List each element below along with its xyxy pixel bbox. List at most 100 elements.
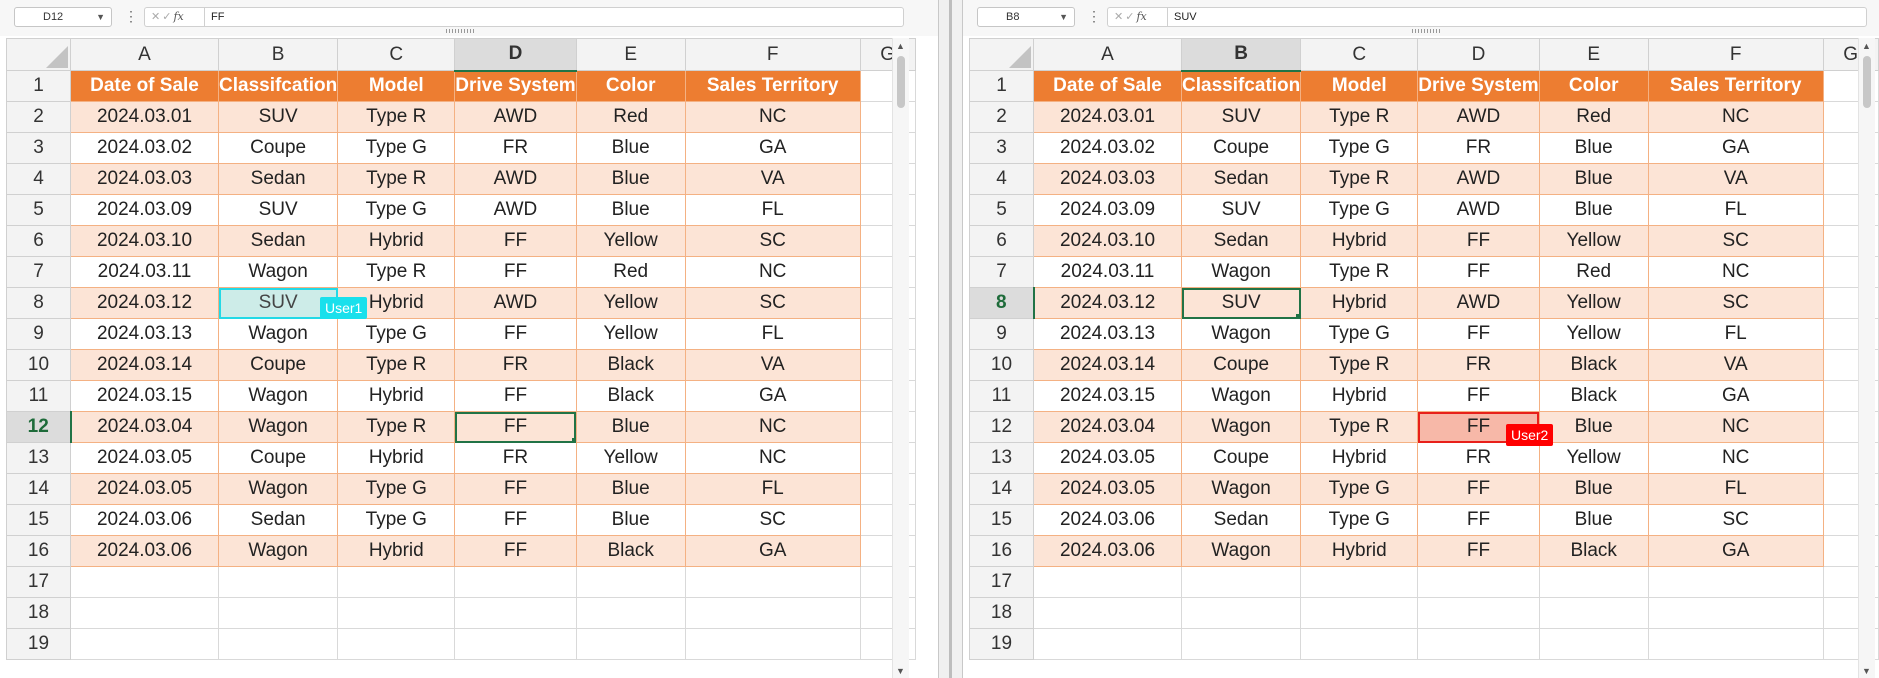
table-cell[interactable]: AWD: [1417, 194, 1540, 226]
row-header[interactable]: 14: [969, 473, 1034, 505]
table-cell[interactable]: Wagon: [217, 256, 339, 288]
table-cell[interactable]: SC: [1647, 225, 1824, 257]
table-cell[interactable]: VA: [1647, 163, 1824, 195]
name-box[interactable]: B8 ▼: [977, 7, 1075, 27]
sheet-grid[interactable]: A B C D E F G 1 Date of Sale Classifcation Model Dr…: [6, 38, 916, 660]
table-cell[interactable]: Hybrid: [337, 442, 456, 474]
table-cell[interactable]: Type R: [1300, 101, 1419, 133]
table-cell[interactable]: NC: [1647, 442, 1824, 474]
table-cell[interactable]: 2024.03.14: [1033, 349, 1182, 381]
table-cell[interactable]: Wagon: [1180, 256, 1302, 288]
table-cell[interactable]: Black: [1538, 349, 1649, 381]
row-header[interactable]: 4: [6, 163, 71, 195]
chevron-down-icon[interactable]: ▼: [1059, 8, 1068, 26]
empty-cell[interactable]: [575, 597, 686, 629]
table-cell[interactable]: Hybrid: [337, 225, 456, 257]
table-cell[interactable]: 2024.03.09: [1033, 194, 1182, 226]
row-header[interactable]: 18: [6, 597, 71, 629]
table-cell[interactable]: Blue: [575, 504, 686, 536]
table-cell[interactable]: FF: [454, 256, 577, 288]
column-header-d[interactable]: D: [1417, 38, 1540, 71]
more-options-icon[interactable]: ⋮: [1087, 7, 1101, 25]
table-cell[interactable]: Coupe: [217, 442, 339, 474]
table-cell[interactable]: AWD: [1417, 163, 1540, 195]
table-cell[interactable]: Hybrid: [337, 380, 456, 412]
table-cell[interactable]: FF: [454, 225, 577, 257]
header-cell[interactable]: Model: [337, 70, 456, 102]
sheet-grid[interactable]: A B C D E F G 1 Date of Sale Classifcation Model Dr…: [969, 38, 1879, 660]
empty-cell[interactable]: [1180, 597, 1302, 629]
row-header[interactable]: 8: [969, 287, 1035, 319]
formula-input[interactable]: FF: [204, 7, 904, 27]
table-cell[interactable]: GA: [1647, 380, 1824, 412]
header-cell[interactable]: Drive System: [1417, 70, 1540, 102]
row-header[interactable]: 14: [6, 473, 71, 505]
table-cell[interactable]: GA: [684, 380, 861, 412]
table-cell[interactable]: Type G: [1300, 194, 1419, 226]
table-cell[interactable]: FR: [1417, 132, 1540, 164]
chevron-down-icon[interactable]: ▼: [96, 8, 105, 26]
row-header[interactable]: 15: [969, 504, 1034, 536]
column-header-c[interactable]: C: [1300, 38, 1419, 71]
row-header[interactable]: 16: [969, 535, 1034, 567]
table-cell[interactable]: Black: [575, 535, 686, 567]
table-cell[interactable]: 2024.03.12: [1033, 287, 1182, 319]
cancel-icon[interactable]: ✕: [151, 11, 162, 23]
row-header[interactable]: 12: [969, 411, 1034, 443]
table-cell[interactable]: FL: [684, 318, 861, 350]
empty-cell[interactable]: [1180, 566, 1302, 598]
table-cell[interactable]: FL: [684, 473, 861, 505]
table-cell[interactable]: AWD: [454, 194, 577, 226]
table-cell[interactable]: SC: [684, 287, 861, 319]
table-cell[interactable]: 2024.03.05: [70, 442, 219, 474]
table-cell[interactable]: Yellow: [1538, 225, 1649, 257]
table-cell[interactable]: Coupe: [1180, 132, 1302, 164]
scroll-thumb[interactable]: [1863, 56, 1871, 108]
table-cell[interactable]: Type G: [337, 132, 456, 164]
header-cell[interactable]: Sales Territory: [1647, 70, 1824, 102]
table-cell[interactable]: 2024.03.10: [1033, 225, 1182, 257]
table-cell[interactable]: FR: [454, 132, 577, 164]
confirm-icon[interactable]: ✓: [1125, 11, 1136, 23]
table-cell[interactable]: AWD: [454, 101, 577, 133]
empty-cell[interactable]: [217, 628, 339, 660]
table-cell[interactable]: NC: [1647, 101, 1824, 133]
empty-cell[interactable]: [1033, 597, 1182, 629]
row-header[interactable]: 1: [969, 70, 1034, 102]
empty-cell[interactable]: [1647, 566, 1824, 598]
table-cell[interactable]: FF: [454, 380, 577, 412]
empty-cell[interactable]: [1033, 628, 1182, 660]
empty-cell[interactable]: [70, 597, 219, 629]
empty-cell[interactable]: [575, 628, 686, 660]
row-header[interactable]: 2: [969, 101, 1034, 133]
row-header[interactable]: 13: [6, 442, 71, 474]
table-cell[interactable]: Blue: [575, 473, 686, 505]
table-cell[interactable]: Blue: [575, 194, 686, 226]
table-cell[interactable]: SUV: [1180, 194, 1302, 226]
table-cell[interactable]: Wagon: [217, 535, 339, 567]
table-cell[interactable]: AWD: [454, 287, 577, 319]
table-cell[interactable]: Blue: [1538, 163, 1649, 195]
table-cell[interactable]: FL: [1647, 318, 1824, 350]
split-divider[interactable]: [938, 0, 963, 678]
more-options-icon[interactable]: ⋮: [124, 7, 138, 25]
empty-cell[interactable]: [217, 566, 339, 598]
table-cell[interactable]: Coupe: [217, 349, 339, 381]
empty-cell[interactable]: [575, 566, 686, 598]
table-cell[interactable]: Type R: [337, 256, 456, 288]
formula-buttons[interactable]: ✕✓fx: [1107, 7, 1167, 27]
table-cell[interactable]: FR: [1417, 349, 1540, 381]
column-header-a[interactable]: A: [70, 38, 219, 71]
table-cell[interactable]: Yellow: [575, 442, 686, 474]
table-cell[interactable]: NC: [684, 101, 861, 133]
empty-cell[interactable]: [217, 597, 339, 629]
table-cell[interactable]: SC: [1647, 287, 1824, 319]
table-cell[interactable]: Sedan: [217, 225, 339, 257]
empty-cell[interactable]: [684, 628, 861, 660]
table-cell[interactable]: FF: [454, 318, 577, 350]
table-cell[interactable]: Black: [575, 349, 686, 381]
table-cell[interactable]: NC: [684, 411, 861, 443]
name-box[interactable]: D12 ▼: [14, 7, 112, 27]
table-cell[interactable]: Type R: [1300, 163, 1419, 195]
table-cell[interactable]: FF: [1417, 318, 1540, 350]
